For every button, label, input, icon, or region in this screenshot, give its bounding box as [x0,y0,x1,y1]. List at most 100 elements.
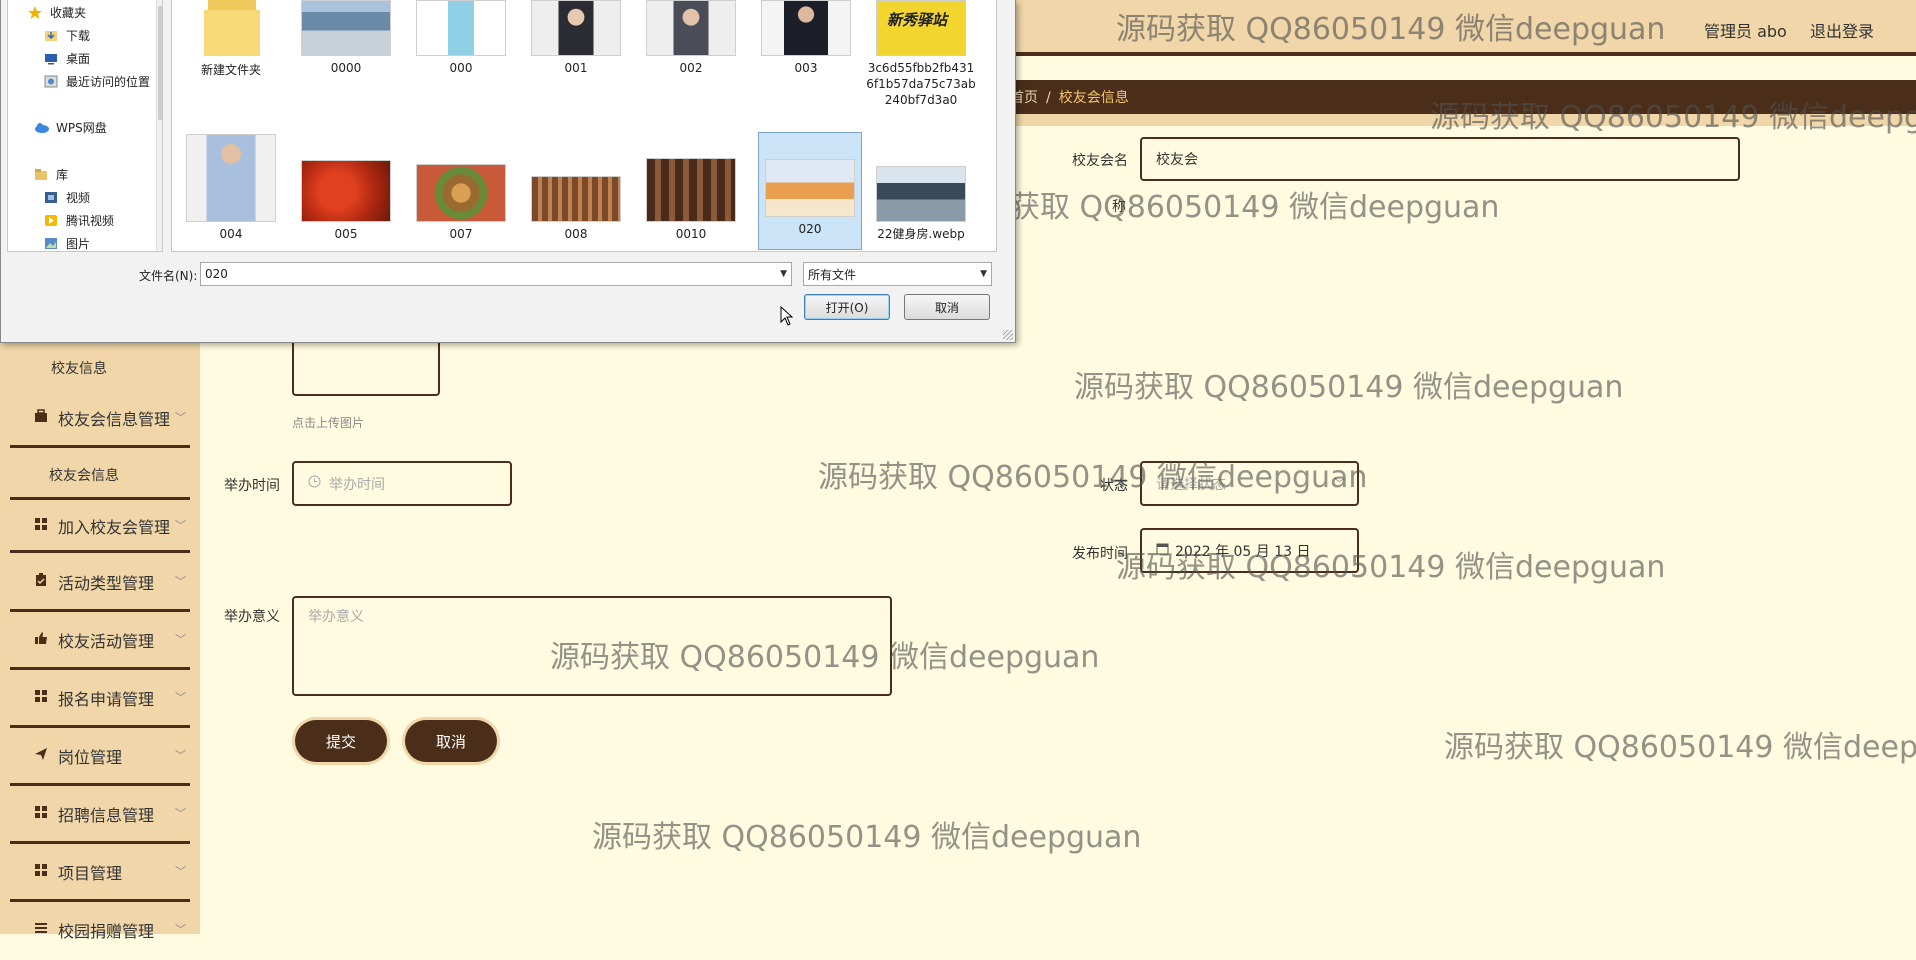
logout-link[interactable]: 退出登录 [1810,18,1874,42]
meaning-textarea[interactable]: 举办意义 [292,596,892,696]
send-icon [34,747,48,761]
nav-label: 腾讯视频 [66,213,115,228]
publish-label: 发布时间 [1072,546,1128,562]
nav-library[interactable]: 库 [34,163,68,185]
sidebar-item-label: 岗位管理 [58,748,123,767]
sidebar-item-alumni-association[interactable]: 校友会信息管理 ﹀ [10,392,190,448]
sidebar-item-alumni-activity[interactable]: 校友活动管理 ﹀ [10,614,190,670]
file-item[interactable]: 新秀驿站 3c6d55fbb2fb4316f1b57da75c73ab240bf… [866,0,976,108]
status-label: 状态 [1100,478,1128,494]
file-item[interactable]: 002 [636,0,746,76]
sidebar-item-projects[interactable]: 项目管理 ﹀ [10,846,190,902]
watermark: 源码获取 QQ86050149 微信deepguan [1074,370,1624,405]
chevron-down-icon: ﹀ [175,691,186,704]
sidebar: 校友信息 校友会信息管理 ﹀ 校友会信息 加入校友会管理 ﹀ 活动类型管理 ﹀ … [0,330,200,941]
nav-recent[interactable]: 最近访问的位置 [44,70,150,92]
sidebar-item-positions[interactable]: 岗位管理 ﹀ [10,730,190,786]
chevron-down-icon: ﹀ [175,923,186,936]
nav-pictures[interactable]: 图片 [44,232,91,251]
file-item[interactable]: 008 [521,176,631,242]
file-name: 3c6d55fbb2fb4316f1b57da75c73ab240bf7d3a0 [866,61,976,107]
sidebar-item-label: 校友会信息管理 [58,410,171,429]
file-name: 0010 [675,227,707,241]
video-icon [44,191,60,204]
status-select[interactable]: 请选择状态 ﹀ [1140,461,1359,506]
association-name-input[interactable]: 校友会 [1140,137,1740,181]
image-thumbnail [876,166,966,222]
file-item[interactable]: 22健身房.webp [866,166,976,242]
dialog-nav-pane: 收藏夹 下载 桌面 最近访问的位置 WPS网盘 库 视频 腾讯视频 图片 [7,0,163,252]
briefcase-icon [34,409,48,423]
nav-downloads[interactable]: 下载 [44,24,90,46]
image-upload-box[interactable] [292,338,440,396]
calendar-icon [1156,542,1169,559]
name-label-fragment: 称 [1112,199,1126,215]
sidebar-item-activity-type[interactable]: 活动类型管理 ﹀ [10,556,190,612]
filename-value: 020 [205,267,228,281]
file-item[interactable]: 003 [751,0,861,76]
nav-label: 图片 [66,236,91,251]
desktop-icon [44,52,60,65]
chevron-down-icon: ﹀ [175,633,186,646]
file-name: 007 [449,227,473,241]
chevron-down-icon: ﹀ [175,411,186,424]
recent-icon [44,75,60,88]
file-item[interactable]: 001 [521,0,631,76]
chevron-down-icon: ﹀ [175,575,186,588]
chevron-down-icon: ﹀ [175,749,186,762]
grid-icon [34,517,48,531]
nav-videos[interactable]: 视频 [44,186,90,208]
image-thumbnail [531,176,621,222]
nav-favorites[interactable]: 收藏夹 [28,1,86,23]
nav-desktop[interactable]: 桌面 [44,47,90,69]
publish-date-input[interactable]: 2022 年 05 月 13 日 [1140,528,1359,573]
image-thumbnail: 新秀驿站 [876,0,966,56]
resize-grip[interactable] [1003,330,1013,340]
filetype-select[interactable]: 所有文件 ▼ [803,262,992,286]
nav-label: 视频 [66,190,91,205]
filename-input[interactable]: 020 ▼ [200,262,792,286]
nav-tencent-video[interactable]: 腾讯视频 [44,209,114,231]
image-thumbnail [301,160,391,222]
mouse-cursor-icon [780,305,794,330]
file-item[interactable]: 000 [406,0,516,76]
cancel-button[interactable]: 取消 [405,720,497,762]
upload-hint[interactable]: 点击上传图片 [292,414,364,431]
sidebar-item-donations[interactable]: 校园捐赠管理 ﹀ [10,904,190,960]
file-name: 001 [564,61,588,75]
status-placeholder: 请选择状态 [1156,476,1226,493]
chevron-down-icon: ﹀ [175,865,186,878]
picture-icon [44,237,60,250]
file-item[interactable]: 004 [176,134,286,242]
download-icon [44,29,60,42]
sidebar-sub-alumni-info[interactable]: 校友信息 [51,358,107,378]
file-item[interactable]: 0000 [291,0,401,76]
file-item[interactable]: 0010 [636,158,746,242]
grid-icon [34,805,48,819]
submit-button[interactable]: 提交 [295,720,387,762]
sidebar-item-recruitment[interactable]: 招聘信息管理 ﹀ [10,788,190,844]
file-name: 004 [219,227,243,241]
nav-scrollbar-thumb[interactable] [158,6,162,120]
file-item[interactable]: 007 [406,164,516,242]
clock-icon [308,475,321,492]
time-input[interactable]: 举办时间 [292,461,512,506]
sidebar-item-join-association[interactable]: 加入校友会管理 ﹀ [10,497,190,553]
open-button[interactable]: 打开(O) [804,294,890,320]
sidebar-sub-association-info[interactable]: 校友会信息 [49,465,119,485]
library-icon [34,168,50,181]
file-item[interactable]: 005 [291,160,401,242]
nav-label: 库 [56,167,69,182]
file-item[interactable]: 新建文件夹 [176,0,286,78]
chevron-down-icon: ﹀ [175,807,186,820]
dialog-cancel-button[interactable]: 取消 [904,294,990,320]
sidebar-item-registration[interactable]: 报名申请管理 ﹀ [10,672,190,728]
file-item-selected[interactable]: 020 [758,132,862,250]
nav-label: 最近访问的位置 [66,74,151,89]
chevron-down-icon: ﹀ [175,519,186,532]
time-placeholder: 举办时间 [329,476,385,493]
sidebar-item-label: 活动类型管理 [58,574,155,593]
nav-wps-cloud[interactable]: WPS网盘 [34,116,107,138]
cloud-icon [34,121,50,134]
file-name: 008 [564,227,588,241]
